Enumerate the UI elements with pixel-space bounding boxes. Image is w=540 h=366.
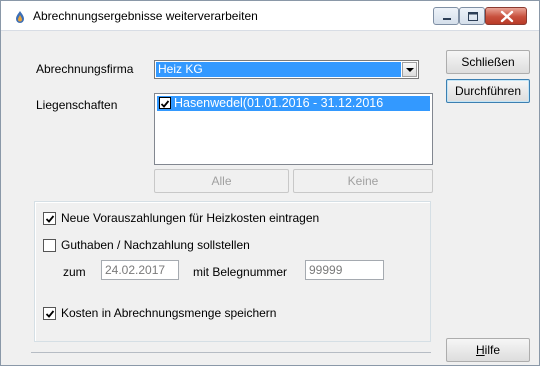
zum-date-field[interactable]: 24.02.2017 bbox=[101, 260, 179, 280]
kosten-label[interactable]: Kosten in Abrechnungsmenge speichern bbox=[61, 306, 276, 320]
dropdown-arrow-button[interactable] bbox=[402, 62, 417, 77]
maximize-icon bbox=[468, 12, 478, 21]
kosten-checkbox[interactable] bbox=[43, 307, 56, 320]
title-bar[interactable]: Abrechnungsergebnisse weiterverarbeiten bbox=[1, 1, 539, 31]
keine-button[interactable]: Keine bbox=[293, 169, 433, 193]
belegnummer-field[interactable]: 99999 bbox=[305, 260, 384, 280]
schliessen-button[interactable]: Schließen bbox=[446, 50, 530, 74]
belegnummer-label: mit Belegnummer bbox=[193, 265, 288, 279]
zum-label: zum bbox=[63, 265, 86, 279]
window-title: Abrechnungsergebnisse weiterverarbeiten bbox=[33, 9, 258, 23]
durchfuehren-button[interactable]: Durchführen bbox=[446, 79, 530, 103]
separator-line bbox=[31, 352, 431, 353]
alle-button[interactable]: Alle bbox=[154, 169, 289, 193]
firma-label: Abrechnungsfirma bbox=[36, 62, 134, 76]
liegenschaften-list[interactable]: Hasenwedel(01.01.2016 - 31.12.2016 bbox=[154, 93, 433, 165]
checkmark-icon bbox=[45, 215, 55, 223]
guthaben-checkbox[interactable] bbox=[43, 239, 56, 252]
chevron-down-icon bbox=[406, 68, 414, 72]
vorauszahlungen-label[interactable]: Neue Vorauszahlungen für Heizkosten eint… bbox=[61, 211, 319, 225]
close-icon bbox=[500, 10, 514, 23]
vorauszahlungen-checkbox[interactable] bbox=[43, 212, 56, 225]
hilfe-button[interactable]: Hilfe bbox=[446, 338, 530, 362]
checkmark-icon bbox=[160, 100, 170, 108]
firma-dropdown[interactable]: Heiz KG bbox=[154, 60, 419, 79]
dialog-window: Abrechnungsergebnisse weiterverarbeiten … bbox=[0, 0, 540, 366]
checkmark-icon bbox=[45, 310, 55, 318]
guthaben-label[interactable]: Guthaben / Nachzahlung sollstellen bbox=[61, 238, 250, 252]
list-item-label: Hasenwedel(01.01.2016 - 31.12.2016 bbox=[174, 96, 384, 110]
list-item[interactable]: Hasenwedel(01.01.2016 - 31.12.2016 bbox=[157, 96, 430, 111]
list-item-checkbox[interactable] bbox=[159, 97, 171, 109]
minimize-icon bbox=[443, 18, 451, 20]
hilfe-label: ilfe bbox=[484, 343, 500, 357]
app-icon bbox=[16, 11, 24, 23]
liegenschaften-label: Liegenschaften bbox=[36, 98, 118, 112]
hilfe-accelerator: H bbox=[475, 343, 485, 357]
minimize-button[interactable] bbox=[433, 7, 459, 25]
close-window-button[interactable] bbox=[485, 7, 527, 25]
firma-selected-value: Heiz KG bbox=[156, 62, 401, 77]
maximize-button[interactable] bbox=[459, 7, 485, 25]
